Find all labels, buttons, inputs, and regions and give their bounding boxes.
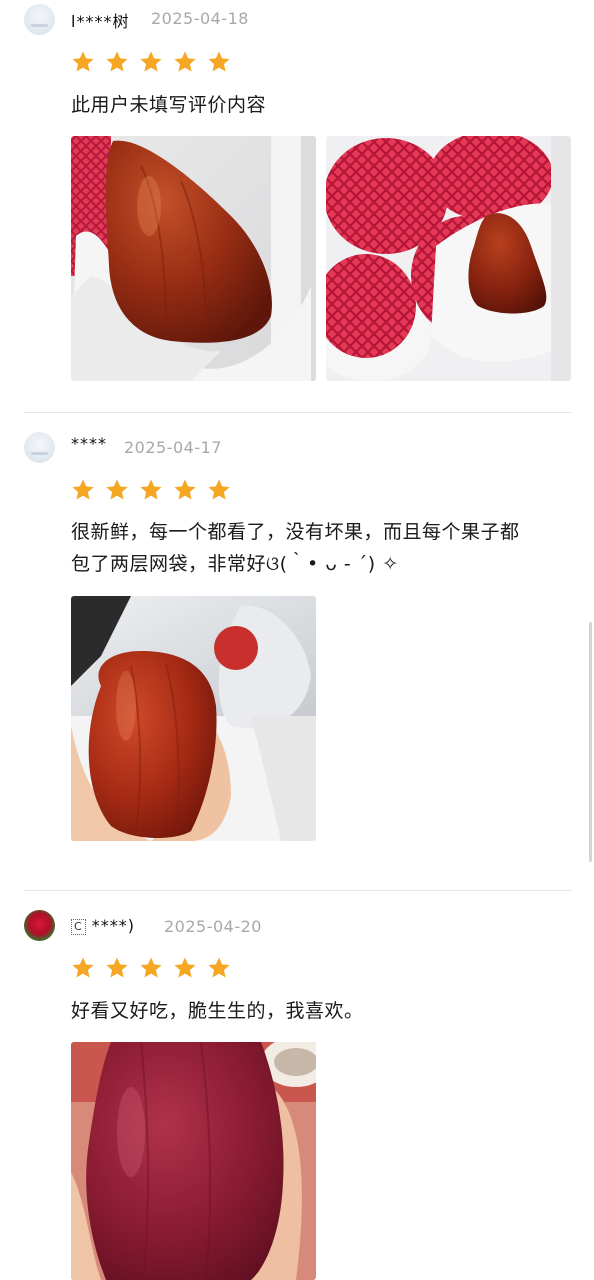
star-icon (173, 50, 197, 74)
star-icon (207, 956, 231, 980)
star-icon (71, 50, 95, 74)
star-icon (139, 50, 163, 74)
star-icon (173, 478, 197, 502)
star-rating (71, 478, 231, 502)
review-divider (24, 412, 572, 413)
reviewer-name: l****树 (71, 12, 130, 31)
user-avatar[interactable] (24, 4, 55, 35)
review-text: 很新鲜，每一个都看了，没有坏果，而且每个果子都 包了两层网袋，非常好ଓ(｀• ᴗ… (71, 516, 581, 580)
star-rating (71, 50, 231, 74)
user-avatar[interactable] (24, 432, 55, 463)
name-prefix-box: C (71, 918, 86, 935)
reviewer-name: **** (71, 434, 107, 453)
review-date: 2025-04-20 (164, 917, 262, 936)
review-text: 好看又好吃，脆生生的，我喜欢。 (71, 1000, 364, 1022)
review-date: 2025-04-18 (151, 9, 249, 28)
star-icon (105, 478, 129, 502)
star-icon (105, 956, 129, 980)
star-icon (71, 956, 95, 980)
reviewer-name-text: ****) (91, 916, 135, 935)
review-text-line: 很新鲜，每一个都看了，没有坏果，而且每个果子都 (71, 521, 520, 543)
review-photo[interactable] (71, 596, 316, 841)
star-icon (71, 478, 95, 502)
star-icon (207, 478, 231, 502)
reviewer-name: C ****) (71, 916, 135, 935)
review-photo[interactable] (71, 1042, 316, 1280)
review-date: 2025-04-17 (124, 438, 222, 457)
star-icon (139, 956, 163, 980)
user-avatar[interactable] (24, 910, 55, 941)
star-icon (105, 50, 129, 74)
scrollbar[interactable] (589, 622, 592, 862)
star-rating (71, 956, 231, 980)
review-text: 此用户未填写评价内容 (71, 94, 267, 116)
review-photo[interactable] (71, 136, 316, 381)
star-icon (173, 956, 197, 980)
review-text-line: 包了两层网袋，非常好ଓ(｀• ᴗ - ´) ✧ (71, 553, 399, 575)
star-icon (207, 50, 231, 74)
review-photo[interactable] (326, 136, 571, 381)
review-divider (24, 890, 572, 891)
star-icon (139, 478, 163, 502)
